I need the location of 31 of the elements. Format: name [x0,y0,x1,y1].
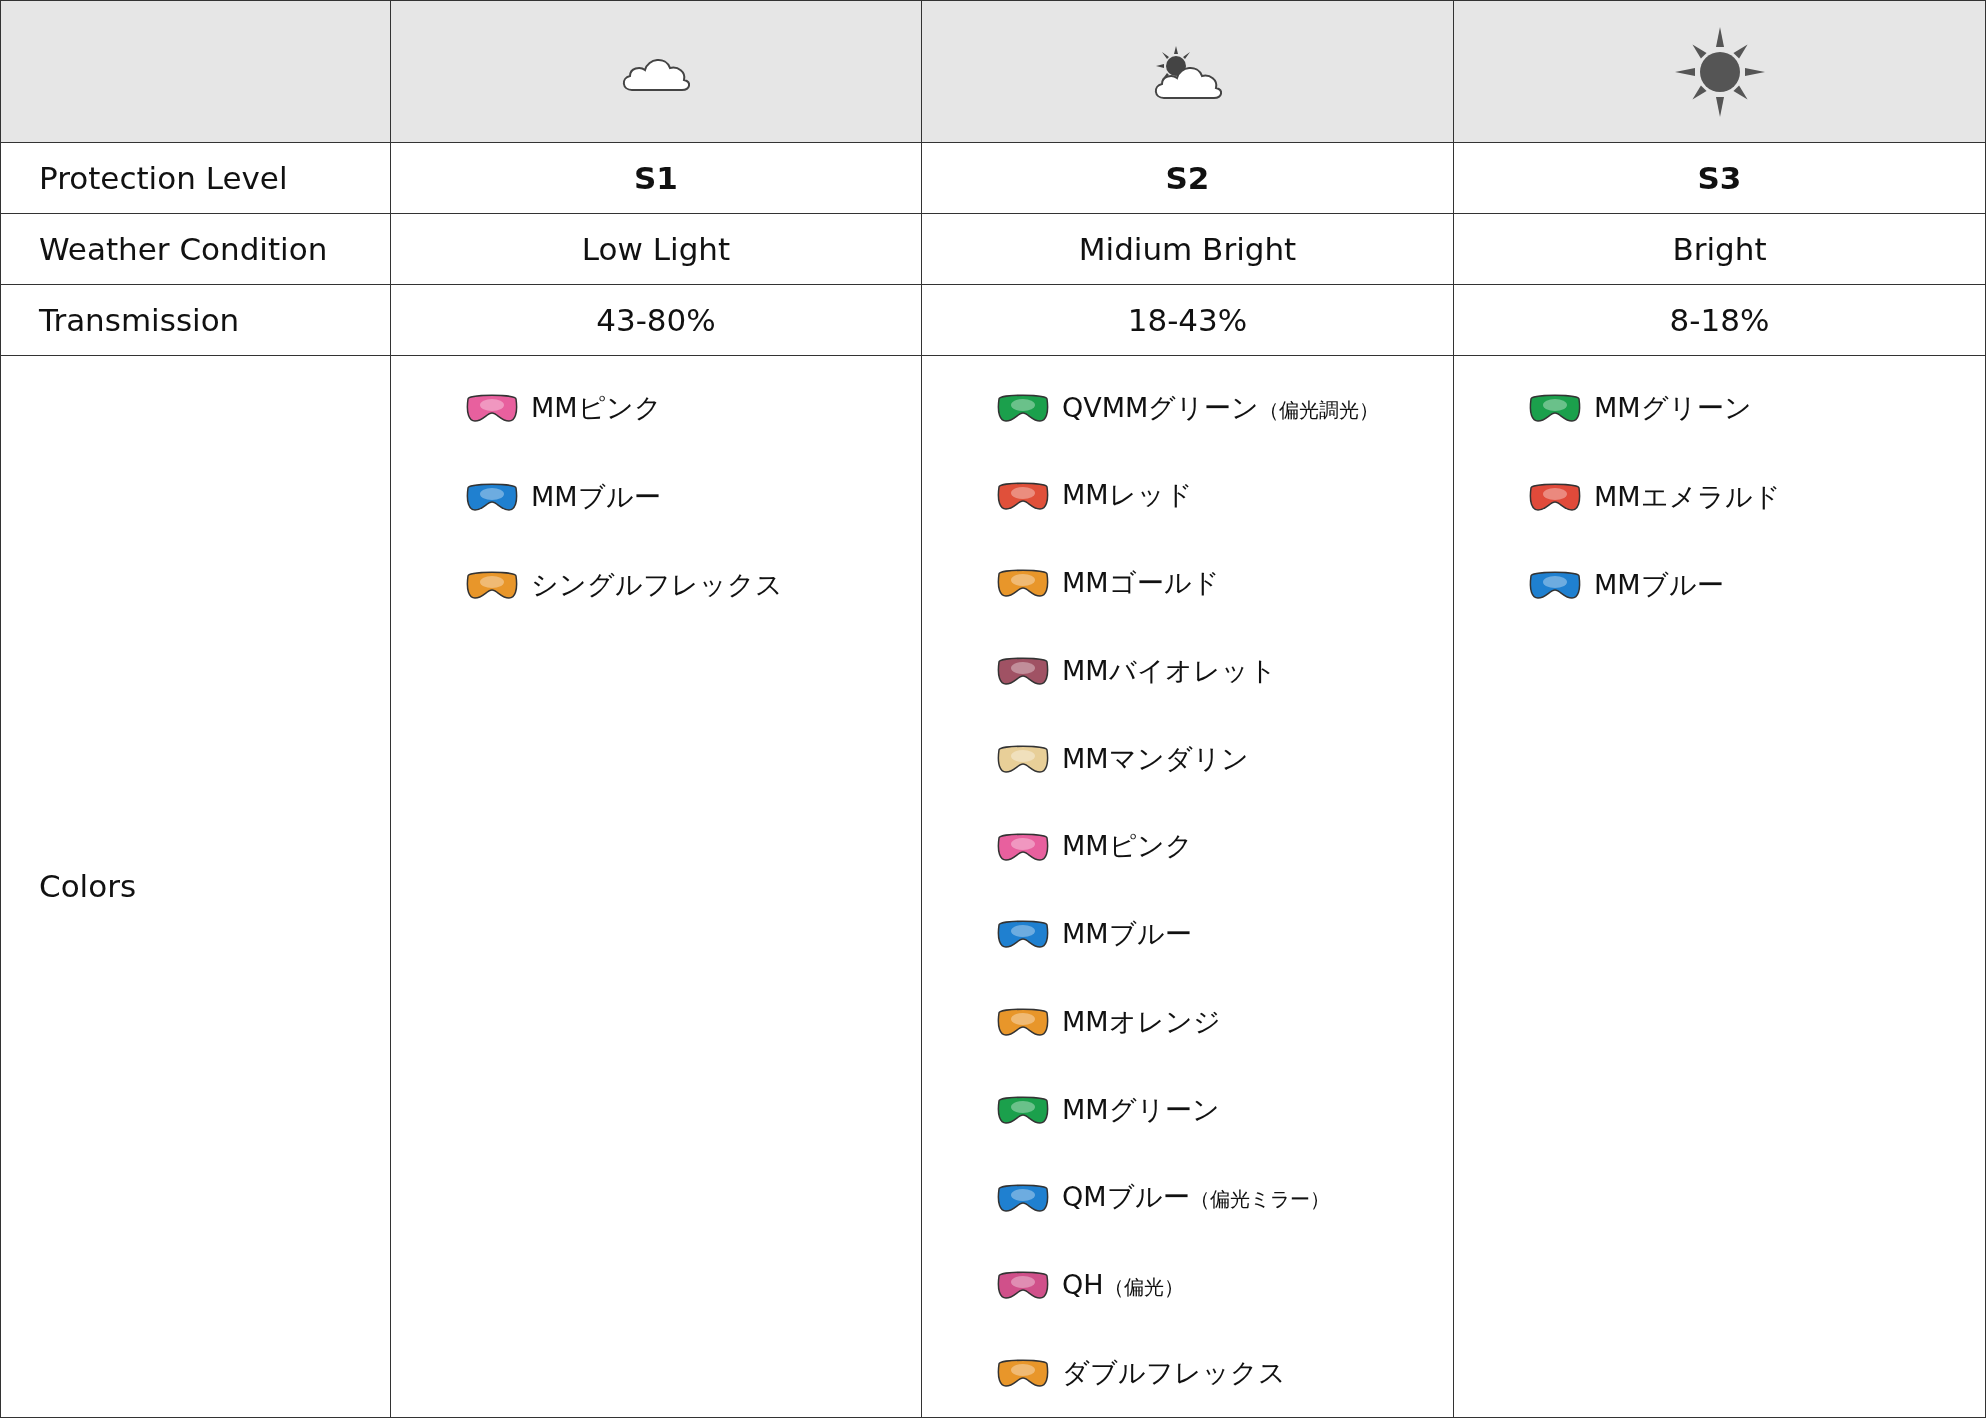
row-label: Weather Condition [39,229,328,269]
lens-name: MMブルー [531,479,661,514]
lens-name: MMオレンジ [1062,1004,1221,1039]
lens-name: MMピンク [1062,829,1193,864]
lens-name: MMグリーン [1594,391,1752,425]
lens-name: QH（偏光） [1062,1268,1184,1303]
row-label: Transmission [39,300,240,340]
table-cell-text: 18-43% [1127,300,1248,340]
lens-name: MMレッド [1062,478,1193,513]
table-cell-text: Bright [1672,229,1767,269]
table-cell-text: S1 [634,158,678,198]
lens-name: QVMMグリーン（偏光調光） [1062,390,1380,425]
table-cell-text: Midium Bright [1078,229,1297,269]
table-cell-text: 8-18% [1669,300,1770,340]
lens-name: ダブルフレックス [1062,1355,1286,1390]
table-cell-text: Low Light [581,229,731,269]
table-cell-text: 43-80% [596,300,716,340]
lens-name: MMマンダリン [1062,741,1249,776]
lens-name: MMグリーン [1062,1092,1220,1127]
lens-name: QMブルー（偏光ミラー） [1062,1180,1330,1215]
lens-name: MMブルー [1594,568,1724,602]
lens-name: MMバイオレット [1062,653,1277,688]
lens-name: MMブルー [1062,917,1192,952]
lens-name: MMゴールド [1062,566,1220,601]
row-label: Colors [39,867,137,907]
table-cell-text: S2 [1165,158,1210,198]
table-cell-text: S3 [1697,158,1742,198]
lens-name: シングルフレックス [531,568,783,602]
lens-name: MMエメラルド [1594,479,1781,514]
row-label: Protection Level [39,158,288,198]
lens-name: MMピンク [531,391,662,425]
